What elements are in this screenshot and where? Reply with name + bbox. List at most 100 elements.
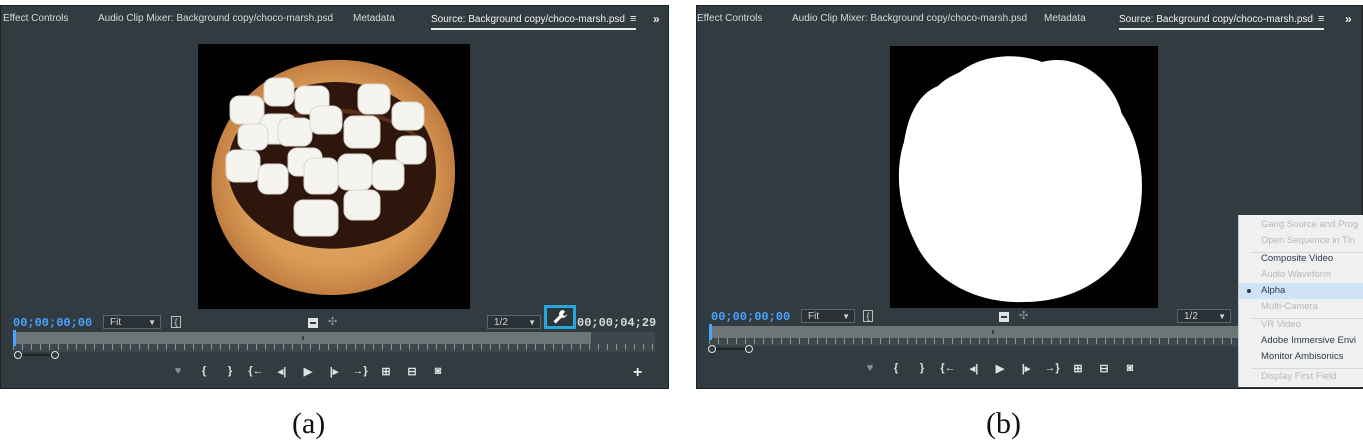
settings-button[interactable] [544, 305, 576, 329]
zoom-scrollbar[interactable] [14, 351, 60, 359]
mark-in-icon[interactable]: { [191, 365, 217, 377]
mark-out-icon[interactable]: } [909, 362, 935, 374]
menu-item-audio-waveform[interactable]: Audio Waveform [1239, 267, 1363, 283]
play-icon[interactable]: ▶ [295, 365, 321, 378]
tab-source-label: Source: Background copy/choco-marsh.psd [1119, 14, 1313, 25]
marker-icon[interactable]: ♥ [165, 365, 191, 377]
drag-video-icon[interactable] [308, 318, 318, 328]
menu-item-open-sequence[interactable]: Open Sequence in Tin [1239, 233, 1363, 249]
video-frame [890, 46, 1158, 308]
playback-resolution-value: 1/2 [1184, 311, 1198, 322]
tab-effect-controls[interactable]: Effect Controls [3, 13, 68, 24]
playback-resolution-select[interactable]: 1/2 ▼ [487, 315, 541, 329]
menu-item-gang-source[interactable]: Gang Source and Prog [1239, 217, 1363, 233]
transport-controls: ♥ { } {← ◂| ▶ |▸ →} ⊞ ⊟ ◙ [165, 363, 451, 379]
zoom-level-value: Fit [110, 317, 122, 328]
play-icon[interactable]: ▶ [987, 362, 1013, 375]
menu-item-adobe-immersive[interactable]: Adobe Immersive Envi [1239, 333, 1363, 349]
overflow-chevron-icon[interactable]: » [1345, 12, 1352, 26]
duration-timecode: 00;00;04;29 [577, 316, 657, 330]
overflow-chevron-icon[interactable]: » [653, 12, 660, 26]
menu-item-vr-video[interactable]: VR Video [1239, 317, 1363, 333]
overwrite-icon[interactable]: ⊟ [1091, 362, 1117, 375]
go-to-in-icon[interactable]: {← [243, 365, 269, 377]
insert-icon[interactable]: ⊞ [1065, 362, 1091, 375]
time-ruler-bar [709, 326, 1289, 338]
playhead-handle[interactable] [709, 324, 712, 340]
playhead-handle[interactable] [13, 330, 16, 346]
drag-audio-icon[interactable]: ✣ [1019, 309, 1028, 322]
step-forward-icon[interactable]: |▸ [1013, 362, 1039, 375]
time-ruler-center-mark [302, 336, 304, 340]
playback-resolution-value: 1/2 [494, 317, 508, 328]
overwrite-icon[interactable]: ⊟ [399, 365, 425, 378]
alpha-channel-image [898, 56, 1142, 303]
tab-bar: Effect Controls Audio Clip Mixer: Backgr… [697, 6, 1362, 32]
chevron-down-icon: ▼ [148, 318, 156, 327]
mark-in-icon[interactable]: { [883, 362, 909, 374]
tab-effect-controls[interactable]: Effect Controls [697, 13, 762, 24]
chevron-down-icon: ▼ [1218, 312, 1226, 321]
tab-metadata[interactable]: Metadata [353, 13, 395, 24]
zoom-handle-left[interactable] [14, 351, 22, 359]
zoom-scrollbar[interactable] [708, 345, 754, 353]
zoom-level-select[interactable]: Fit ▼ [103, 315, 161, 329]
wrench-icon [553, 310, 567, 324]
export-frame-icon[interactable]: ◙ [1117, 362, 1143, 374]
tab-bar: Effect Controls Audio Clip Mixer: Backgr… [1, 6, 668, 32]
zoom-level-select[interactable]: Fit ▼ [801, 309, 855, 323]
go-to-in-icon[interactable]: {← [935, 362, 961, 374]
playhead-timecode[interactable]: 00;00;00;00 [13, 316, 92, 330]
tab-audio-clip-mixer[interactable]: Audio Clip Mixer: Background copy/choco-… [98, 13, 333, 24]
source-monitor-panel-a: Effect Controls Audio Clip Mixer: Backgr… [0, 5, 669, 389]
step-forward-icon[interactable]: |▸ [321, 365, 347, 378]
go-to-out-icon[interactable]: →} [1039, 362, 1065, 374]
menu-item-alpha[interactable]: Alpha [1239, 283, 1363, 299]
marker-icon[interactable]: ♥ [857, 362, 883, 374]
drag-video-icon[interactable] [999, 312, 1009, 322]
tab-source[interactable]: Source: Background copy/choco-marsh.psd ≡ [431, 13, 637, 30]
menu-item-monitor-ambisonics[interactable]: Monitor Ambisonics [1239, 349, 1363, 365]
zoom-handle-right[interactable] [51, 351, 59, 359]
step-back-icon[interactable]: ◂| [269, 365, 295, 378]
zoom-level-value: Fit [808, 311, 820, 322]
go-to-out-icon[interactable]: →} [347, 365, 373, 377]
time-ruler-center-mark [992, 330, 994, 334]
tab-metadata[interactable]: Metadata [1044, 13, 1086, 24]
step-back-icon[interactable]: ◂| [961, 362, 987, 375]
tab-source[interactable]: Source: Background copy/choco-marsh.psd ≡ [1119, 13, 1325, 30]
playback-resolution-select[interactable]: 1/2 ▼ [1177, 309, 1231, 323]
time-ruler-ticks [13, 344, 655, 350]
checked-dot-icon [1247, 289, 1251, 293]
zoom-scrollbar-track [714, 348, 748, 350]
chevron-down-icon: ▼ [842, 312, 850, 321]
zoom-scrollbar-track [20, 354, 54, 356]
tab-audio-clip-mixer[interactable]: Audio Clip Mixer: Background copy/choco-… [792, 13, 1027, 24]
export-frame-icon[interactable]: ◙ [425, 365, 451, 377]
chevron-down-icon: ▼ [528, 318, 536, 327]
tab-source-label: Source: Background copy/choco-marsh.psd [431, 14, 625, 25]
choco-marsh-image [211, 59, 456, 296]
caption-b: (b) [986, 407, 1021, 440]
transport-controls: ♥ { } {← ◂| ▶ |▸ →} ⊞ ⊟ ◙ [857, 360, 1143, 376]
panel-menu-icon[interactable]: ≡ [1318, 13, 1324, 25]
caption-a: (a) [292, 407, 326, 440]
insert-icon[interactable]: ⊞ [373, 365, 399, 378]
mark-out-icon[interactable]: } [217, 365, 243, 377]
menu-item-composite-video[interactable]: Composite Video [1239, 251, 1363, 267]
zoom-handle-left[interactable] [708, 345, 716, 353]
safe-margins-icon[interactable]: { [171, 316, 181, 328]
plus-icon[interactable]: + [633, 364, 642, 382]
video-frame [198, 44, 470, 309]
drag-audio-icon[interactable]: ✣ [328, 315, 337, 328]
time-ruler[interactable] [13, 330, 655, 352]
zoom-handle-right[interactable] [745, 345, 753, 353]
panel-menu-icon[interactable]: ≡ [630, 13, 636, 25]
menu-item-multi-camera[interactable]: Multi-Camera [1239, 299, 1363, 315]
menu-item-display-first-field[interactable]: Display First Field [1239, 369, 1363, 385]
menu-item-alpha-label: Alpha [1261, 285, 1286, 296]
safe-margins-icon[interactable]: { [863, 310, 873, 322]
playhead-timecode[interactable]: 00;00;00;00 [711, 310, 790, 324]
monitor-controls-row: 00;00;00;00 Fit ▼ { ✣ 1/2 ▼ 00;00;04;29 [1, 305, 668, 334]
settings-context-menu: Gang Source and Prog Open Sequence in Ti… [1238, 215, 1363, 387]
